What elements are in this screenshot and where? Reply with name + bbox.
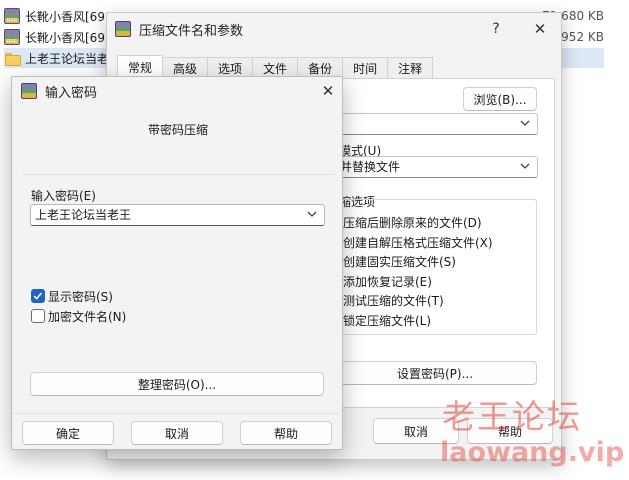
file-size: 952 KB bbox=[561, 30, 604, 44]
winrar-app-icon bbox=[115, 21, 131, 37]
password-heading: 带密码压缩 bbox=[147, 123, 208, 137]
help-icon[interactable]: ? bbox=[485, 19, 507, 39]
folder-icon bbox=[4, 50, 21, 66]
divider bbox=[22, 174, 334, 175]
close-icon[interactable]: ✕ bbox=[317, 81, 339, 101]
browse-button[interactable]: 浏览(B)... bbox=[463, 87, 537, 111]
chevron-down-icon bbox=[520, 120, 530, 126]
dialog-title: 输入密码 bbox=[45, 85, 98, 101]
password-label: 输入密码(E) bbox=[31, 189, 96, 203]
winrar-app-icon bbox=[21, 83, 37, 99]
encrypt-filenames-checkbox[interactable] bbox=[31, 309, 45, 323]
update-mode-select[interactable]: 并替换文件 bbox=[333, 156, 538, 178]
option-delete-after[interactable]: 压缩后删除原来的文件(D) bbox=[343, 214, 482, 231]
title-bar: 输入密码 bbox=[12, 77, 342, 105]
encrypt-filenames-label[interactable]: 加密文件名(N) bbox=[48, 308, 126, 325]
password-dialog: 输入密码 ✕ 带密码压缩 输入密码(E) 上老王论坛当老王 显示密码(S) 加密… bbox=[11, 76, 344, 450]
password-field[interactable]: 上老王论坛当老王 bbox=[30, 204, 325, 226]
ok-button[interactable]: 确定 bbox=[22, 421, 114, 445]
organize-passwords-button[interactable]: 整理密码(O)... bbox=[30, 372, 324, 396]
tab-time[interactable]: 时间 bbox=[342, 57, 389, 79]
cancel-button[interactable]: 取消 bbox=[131, 421, 223, 445]
option-recovery-record[interactable]: 添加恢复记录(E) bbox=[343, 273, 432, 290]
tab-comment[interactable]: 注释 bbox=[387, 57, 434, 79]
option-lock-archive[interactable]: 锁定压缩文件(L) bbox=[343, 312, 431, 329]
option-create-sfx[interactable]: 创建自解压格式压缩文件(X) bbox=[343, 234, 493, 251]
option-solid[interactable]: 创建固实压缩文件(S) bbox=[343, 253, 456, 270]
show-password-label[interactable]: 显示密码(S) bbox=[48, 288, 113, 305]
archive-format-select[interactable] bbox=[333, 113, 538, 135]
close-icon[interactable]: ✕ bbox=[529, 19, 551, 39]
rar-archive-icon: RAR bbox=[4, 29, 20, 45]
show-password-checkbox[interactable] bbox=[31, 289, 45, 303]
set-password-button[interactable]: 设置密码(P)... bbox=[333, 361, 537, 385]
update-mode-value: 并替换文件 bbox=[340, 160, 401, 174]
watermark-text: 老王论坛 bbox=[442, 397, 582, 436]
checkmark-icon bbox=[33, 292, 43, 300]
help-button[interactable]: 帮助 bbox=[240, 421, 332, 445]
option-test-files[interactable]: 测试压缩的文件(T) bbox=[343, 292, 444, 309]
chevron-down-icon bbox=[520, 163, 530, 169]
rar-archive-icon: RAR bbox=[4, 8, 20, 24]
dialog-title: 压缩文件名和参数 bbox=[139, 23, 244, 39]
password-value: 上老王论坛当老王 bbox=[35, 208, 132, 222]
watermark-url: laowang.vip bbox=[440, 437, 625, 468]
chevron-down-icon[interactable] bbox=[306, 208, 318, 220]
divider bbox=[12, 413, 344, 414]
